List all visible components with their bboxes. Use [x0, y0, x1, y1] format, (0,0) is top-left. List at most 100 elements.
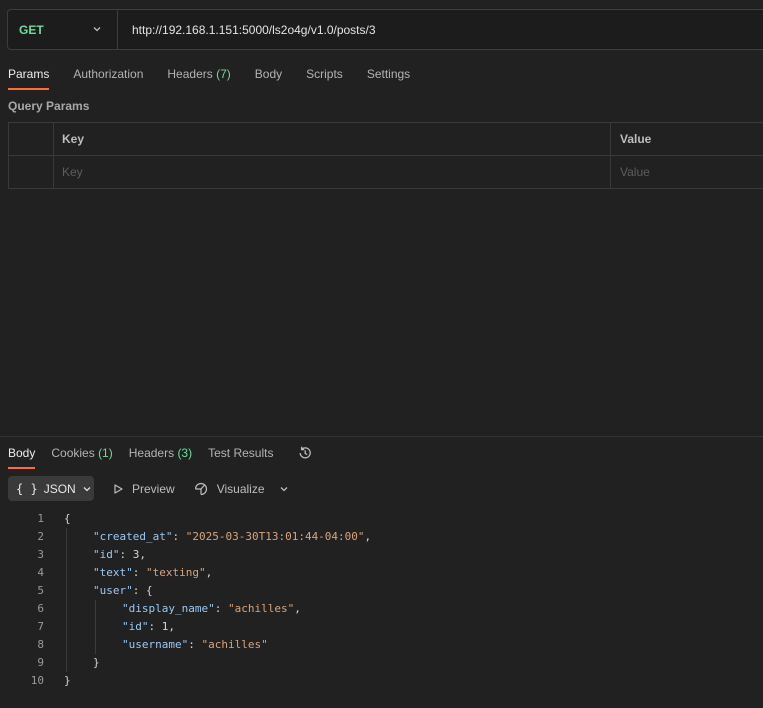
code-token: ,: [168, 620, 175, 633]
history-icon[interactable]: [297, 445, 313, 461]
code-line: 8 "username": "achilles": [0, 636, 763, 654]
code-text: "display_name": "achilles",: [122, 600, 301, 618]
chevron-down-icon: [93, 27, 101, 32]
code-line: 4 "text": "texting",: [0, 564, 763, 582]
code-token: ,: [205, 566, 213, 579]
response-toolbar: { } JSON Preview Visualize: [8, 476, 289, 501]
response-tab-cookies[interactable]: Cookies (1): [51, 445, 112, 469]
braces-icon: { }: [16, 481, 38, 496]
response-tab-test-results[interactable]: Test Results: [208, 445, 273, 469]
headers-count-badge: (7): [216, 67, 231, 81]
code-token: :: [214, 602, 228, 615]
code-token: }: [93, 656, 100, 669]
code-line: 10}: [0, 672, 763, 690]
line-number: 1: [37, 512, 44, 525]
response-headers-count-badge: (3): [177, 446, 193, 460]
code-token: "achilles": [227, 602, 295, 615]
pane-divider[interactable]: [0, 436, 763, 437]
code-token: : {: [132, 584, 153, 597]
value-input[interactable]: Value: [611, 156, 763, 189]
indent-guide: [95, 600, 96, 654]
code-text: "text": "texting",: [93, 564, 212, 582]
request-url-bar: GET http://192.168.1.151:5000/ls2o4g/v1.…: [7, 9, 763, 50]
response-tab-headers[interactable]: Headers (3): [129, 445, 192, 469]
line-number: 9: [37, 656, 44, 669]
code-line: 6 "display_name": "achilles",: [0, 600, 763, 618]
play-icon: [114, 483, 123, 494]
code-token: "user": [93, 584, 133, 597]
code-line: 1{: [0, 510, 763, 528]
code-token: ,: [364, 530, 372, 543]
line-number: 7: [37, 620, 44, 633]
response-body-editor[interactable]: 1{2 "created_at": "2025-03-30T13:01:44-04…: [0, 510, 763, 690]
visualize-button[interactable]: Visualize: [193, 481, 265, 497]
code-token: :: [148, 620, 162, 633]
code-token: :: [132, 566, 146, 579]
code-token: "id": [93, 548, 120, 561]
code-token: "id": [122, 620, 149, 633]
query-params-title: Query Params: [8, 99, 90, 113]
table-row: Key Value: [9, 156, 763, 189]
code-token: }: [64, 674, 71, 687]
code-line: 7 "id": 1,: [0, 618, 763, 636]
code-line: 9}: [0, 654, 763, 672]
checkbox-column-header: [9, 123, 54, 155]
code-text: "user": {: [93, 582, 153, 600]
chevron-down-icon: [83, 486, 91, 491]
indent-guide: [66, 528, 67, 672]
line-number: 4: [37, 566, 44, 579]
code-token: "texting": [146, 566, 206, 579]
line-number: 10: [30, 674, 44, 687]
request-tabs: Params Authorization Headers (7) Body Sc…: [8, 66, 434, 90]
code-text: {: [64, 510, 71, 528]
code-line: 5 "user": {: [0, 582, 763, 600]
code-text: "username": "achilles": [122, 636, 268, 654]
code-token: "username": [122, 638, 189, 651]
code-token: "created_at": [93, 530, 173, 543]
url-input[interactable]: http://192.168.1.151:5000/ls2o4g/v1.0/po…: [132, 23, 376, 37]
code-text: }: [64, 672, 71, 690]
code-token: {: [64, 512, 71, 525]
line-number: 3: [37, 548, 44, 561]
key-column-header: Key: [54, 123, 611, 155]
method-select[interactable]: GET: [8, 10, 118, 49]
code-line: 2 "created_at": "2025-03-30T13:01:44-04:0…: [0, 528, 763, 546]
line-number: 6: [37, 602, 44, 615]
visualize-icon: [194, 482, 207, 495]
preview-button[interactable]: Preview: [112, 482, 175, 496]
code-token: :: [188, 638, 202, 651]
row-checkbox-cell[interactable]: [9, 156, 54, 189]
code-token: ,: [139, 548, 146, 561]
cookies-count-badge: (1): [98, 446, 113, 460]
format-select[interactable]: { } JSON: [8, 476, 94, 501]
tab-settings[interactable]: Settings: [367, 66, 410, 90]
code-line: 3 "id": 3,: [0, 546, 763, 564]
tab-authorization[interactable]: Authorization: [73, 66, 143, 90]
code-token: "achilles": [201, 638, 268, 651]
tab-body[interactable]: Body: [255, 66, 282, 90]
chevron-down-icon[interactable]: [279, 484, 289, 494]
value-column-header: Value: [620, 132, 652, 146]
query-params-table: Key Value Key Value: [8, 122, 763, 189]
code-text: "created_at": "2025-03-30T13:01:44-04:00…: [93, 528, 371, 546]
line-number: 8: [37, 638, 44, 651]
code-token: "display_name": [122, 602, 215, 615]
code-token: :: [172, 530, 186, 543]
tab-headers[interactable]: Headers (7): [167, 66, 230, 90]
line-number: 5: [37, 584, 44, 597]
table-header-row: Key Value: [9, 123, 763, 156]
code-token: "2025-03-30T13:01:44-04:00": [185, 530, 365, 543]
code-text: }: [93, 654, 100, 672]
tab-params[interactable]: Params: [8, 66, 50, 90]
code-text: "id": 1,: [122, 618, 175, 636]
response-tab-body[interactable]: Body: [8, 445, 36, 469]
tab-scripts[interactable]: Scripts: [306, 66, 343, 90]
code-token: ,: [294, 602, 301, 615]
code-token: :: [119, 548, 133, 561]
line-number: 2: [37, 530, 44, 543]
method-label: GET: [19, 22, 44, 37]
response-tabs: Body Cookies (1) Headers (3) Test Result…: [8, 445, 313, 469]
code-text: "id": 3,: [93, 546, 146, 564]
code-token: "text": [93, 566, 133, 579]
key-input[interactable]: Key: [54, 156, 611, 189]
